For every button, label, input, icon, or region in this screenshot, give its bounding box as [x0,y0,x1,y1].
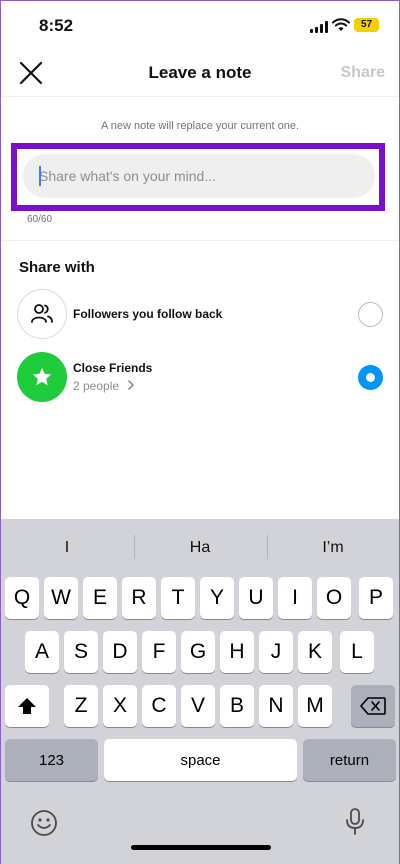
divider [1,240,399,241]
key-p[interactable]: P [359,577,393,619]
suggestion-item[interactable]: I’m [267,539,399,557]
radio-close-friends[interactable] [358,365,383,390]
status-bar: 8:52 57 [1,1,399,49]
page-title: Leave a note [148,63,252,82]
note-hint: A new note will replace your current one… [100,120,300,132]
option-label: Followers you follow back [73,307,223,321]
microphone-icon[interactable] [343,807,367,837]
space-key[interactable]: space [104,739,297,781]
key-g[interactable]: G [181,631,215,673]
chevron-right-icon [128,380,135,390]
numbers-key[interactable]: 123 [5,739,98,781]
key-t[interactable]: T [161,577,195,619]
key-h[interactable]: H [220,631,254,673]
key-b[interactable]: B [220,685,254,727]
radio-followers[interactable] [358,302,383,327]
key-z[interactable]: Z [64,685,98,727]
key-r[interactable]: R [122,577,156,619]
key-n[interactable]: N [259,685,293,727]
key-c[interactable]: C [142,685,176,727]
key-k[interactable]: K [298,631,332,673]
close-friends-count: 2 people [73,379,120,393]
option-followers[interactable]: Followers you follow back [1,286,399,342]
battery-icon: 57 [354,18,379,32]
suggestion-bar: I Ha I’m [1,519,399,573]
key-d[interactable]: D [103,631,137,673]
nav-bar: Leave a note Share [1,49,399,97]
character-counter: 60/60 [27,214,53,225]
emoji-icon[interactable] [30,809,58,837]
signal-icon [310,21,328,33]
key-y[interactable]: Y [200,577,234,619]
wifi-icon [332,18,350,31]
share-with-title: Share with [19,259,95,276]
shift-key[interactable] [5,685,49,727]
suggestion-item[interactable]: Ha [134,539,266,557]
status-time: 8:52 [39,16,74,35]
delete-key[interactable] [351,685,395,727]
key-i[interactable]: I [278,577,312,619]
key-e[interactable]: E [83,577,117,619]
key-f[interactable]: F [142,631,176,673]
backspace-icon [360,697,386,715]
home-indicator[interactable] [131,845,271,850]
key-w[interactable]: W [44,577,78,619]
key-m[interactable]: M [298,685,332,727]
option-sub[interactable]: 2 people [73,379,136,393]
key-v[interactable]: V [181,685,215,727]
people-icon [17,289,67,339]
key-u[interactable]: U [239,577,273,619]
key-j[interactable]: J [259,631,293,673]
key-q[interactable]: Q [5,577,39,619]
key-x[interactable]: X [103,685,137,727]
share-button[interactable]: Share [341,64,385,82]
key-l[interactable]: L [340,631,374,673]
text-caret [39,166,41,186]
option-label: Close Friends [73,361,153,375]
shift-icon [18,698,36,714]
star-icon [17,352,67,402]
key-s[interactable]: S [64,631,98,673]
keyboard: I Ha I’m Q W E R T Y U I O P A S D F G H… [1,519,399,864]
return-key[interactable]: return [303,739,396,781]
key-o[interactable]: O [317,577,351,619]
option-close-friends[interactable]: Close Friends 2 people [1,349,399,405]
note-input[interactable] [23,154,375,198]
key-a[interactable]: A [25,631,59,673]
suggestion-item[interactable]: I [1,539,133,557]
